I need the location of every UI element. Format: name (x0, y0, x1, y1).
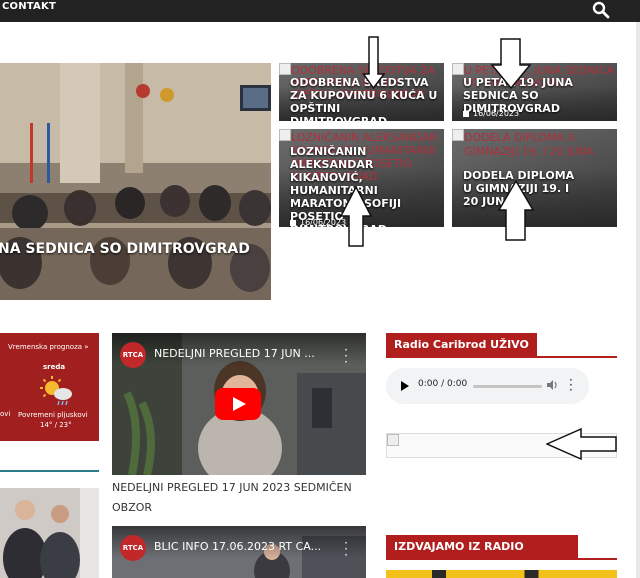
audio-time: 0:00 / 0:00 (418, 379, 468, 389)
video-caption[interactable]: NEDELJNI PREGLED 17 JUN 2023 SEDMIČEN OB… (112, 478, 366, 518)
program-section-title: IZDVAJAMO IZ RADIO PROGRAMA (386, 535, 578, 577)
section-underline (386, 558, 617, 560)
radio-program-image[interactable] (386, 570, 617, 578)
video-title[interactable]: NEDELJNI PREGLED 17 JUN ... (154, 347, 315, 360)
hero-title[interactable]: NA SEDNICA SO DIMITROVGRAD (0, 241, 250, 257)
broken-image-icon (279, 129, 291, 141)
broken-image-icon (452, 63, 464, 75)
search-icon[interactable] (592, 1, 610, 19)
weather-day: sreda (43, 363, 66, 371)
card-image-alt: DODELA DIPLOMA U GIMNAZIJI 19. I 20 JUNA (464, 131, 595, 158)
video-embed[interactable]: RTCA NEDELJNI PREGLED 17 JUN ... · · · (112, 333, 366, 475)
nav-item-contact[interactable]: CONTAKT (2, 1, 56, 12)
arrow-up-icon (497, 180, 535, 241)
arrow-left-icon (546, 427, 617, 461)
card-date: 16/06/2023 (290, 218, 346, 227)
weather-title[interactable]: Vremenska prognoza » (8, 343, 89, 351)
broken-image-icon (279, 63, 291, 75)
audio-progress-bar[interactable] (473, 385, 542, 388)
video-embed[interactable]: RTCA BLIC INFO 17.06.2023 RT CA... · · · (112, 526, 366, 578)
volume-icon[interactable] (546, 379, 558, 391)
audio-player[interactable]: 0:00 / 0:00 · · · (386, 368, 589, 404)
weather-widget[interactable]: Vremenska prognoza » sreda ovi Povremeni… (0, 333, 99, 441)
left-news-thumbnail[interactable] (0, 488, 99, 578)
broken-image-icon (452, 129, 464, 141)
section-divider (0, 470, 99, 472)
arrow-down-icon (362, 36, 386, 90)
weather-temperature: 14° / 23° (40, 421, 72, 429)
broken-image-icon (387, 434, 399, 446)
arrow-up-icon (339, 186, 373, 247)
section-underline (386, 356, 617, 358)
card-date: 16/06/2023 (463, 109, 519, 118)
news-card[interactable]: U PETAK 19. JUNA SEDNICA SO DIMITROVGRAD… (452, 63, 617, 121)
play-icon[interactable] (401, 381, 409, 391)
channel-logo[interactable]: RTCA (120, 535, 146, 561)
sun-rain-icon (40, 376, 72, 406)
channel-logo[interactable]: RTCA (120, 342, 146, 368)
arrow-down-icon (490, 38, 532, 90)
radio-section-title: Radio Caribrod UŽIVO (386, 333, 537, 357)
weather-description: Povremeni pljuskovi (18, 411, 88, 419)
more-vert-icon[interactable]: · · · (569, 374, 573, 396)
more-vert-icon[interactable]: · · · (344, 537, 348, 561)
more-vert-icon[interactable]: · · · (344, 344, 348, 368)
play-icon[interactable] (215, 388, 261, 420)
page: CONTAKT NA SEDNICA SO DIMITROVGRAD ODOBR… (0, 0, 640, 578)
hero-image (0, 63, 271, 300)
weather-partial-label: ovi (0, 410, 11, 418)
top-navigation-bar: CONTAKT (0, 0, 640, 22)
thumbnail-image (0, 488, 99, 578)
scrollbar[interactable] (636, 22, 640, 578)
video-title[interactable]: BLIC INFO 17.06.2023 RT CA... (154, 540, 321, 553)
hero-slide[interactable] (0, 63, 271, 300)
